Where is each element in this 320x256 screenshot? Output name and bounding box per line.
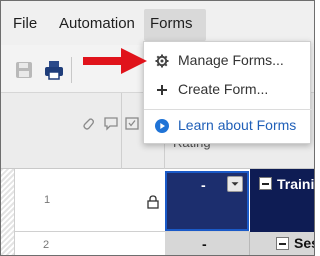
app-window: File Automation Forms Rating [0,0,315,256]
menu-bar: File Automation Forms [1,1,314,45]
column-divider [249,232,250,255]
section-row-cells[interactable] [165,232,314,255]
plus-icon [157,85,167,95]
create-form-label: Create Form... [178,81,269,97]
collapse-icon[interactable] [259,177,272,190]
row-number: 2 [43,239,50,251]
menu-file[interactable]: File [7,9,43,41]
print-icon[interactable] [43,59,65,81]
row-number: 1 [44,194,51,206]
manage-forms-label: Manage Forms... [178,52,284,68]
play-circle-icon [155,119,169,133]
learn-about-forms-label: Learn about Forms [178,117,297,133]
annotation-arrow-icon [83,48,147,74]
menu-automation[interactable]: Automation [53,9,141,41]
gear-icon [155,54,169,68]
lock-icon [147,195,159,209]
manage-forms-menu-item[interactable]: Manage Forms... [144,46,312,76]
row-gutter [1,169,15,255]
primary-cell-text: Ses [294,235,314,251]
cell-value: - [201,177,206,193]
column-divider [121,93,122,169]
primary-cell-text: Traini [277,176,315,192]
comment-icon[interactable] [103,115,119,131]
cell-value: - [202,236,207,252]
attachment-icon[interactable] [80,115,96,131]
collapse-icon[interactable] [276,237,289,250]
learn-about-forms-menu-item[interactable]: Learn about Forms [144,111,312,141]
menu-forms[interactable]: Forms [144,9,206,41]
checkbox-icon[interactable] [124,115,140,131]
chevron-down-icon[interactable] [227,176,243,192]
menu-divider [144,109,312,110]
save-icon[interactable] [13,59,35,81]
create-form-menu-item[interactable]: Create Form... [144,75,312,105]
forms-dropdown-menu: Manage Forms... Create Form... Learn abo… [143,41,312,144]
toolbar-separator [71,57,72,83]
